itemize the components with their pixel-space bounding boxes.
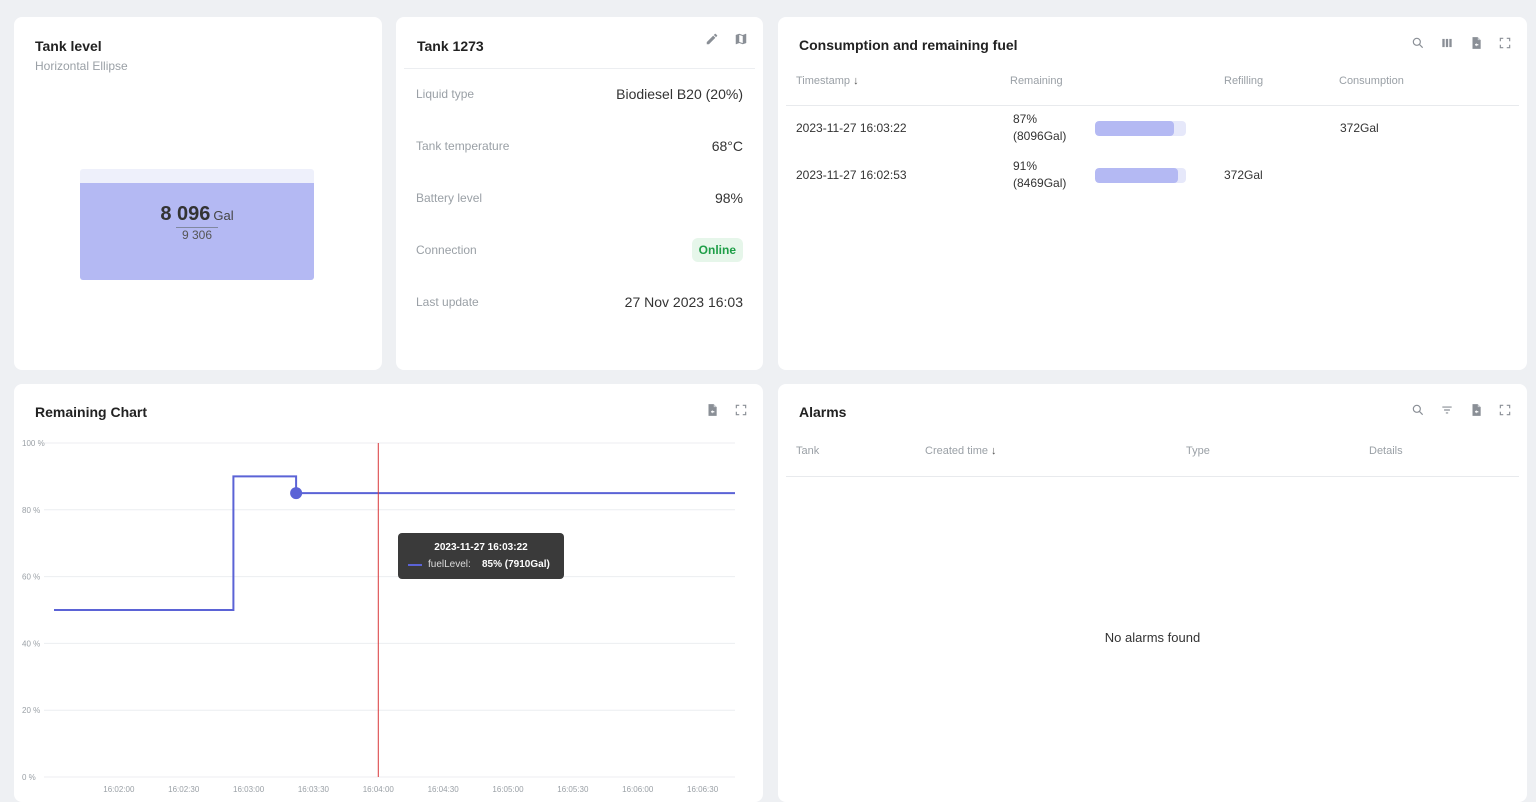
fullscreen-icon[interactable]	[1497, 35, 1513, 51]
divider	[786, 105, 1519, 106]
tank-visual: 8 096 Gal 9 306	[80, 169, 314, 280]
info-label: Last update	[416, 295, 479, 309]
column-header-remaining[interactable]: Remaining	[1010, 75, 1063, 87]
status-badge: Online	[691, 238, 743, 262]
info-row-battery: Battery level 98%	[416, 188, 743, 208]
x-tick-label: 16:03:30	[298, 785, 330, 794]
tank-readout: 8 096 Gal 9 306	[80, 203, 314, 244]
remaining-bar-fill	[1095, 168, 1178, 183]
info-label: Battery level	[416, 191, 483, 205]
y-tick-label: 40 %	[22, 639, 40, 648]
alarms-title: Alarms	[799, 404, 847, 420]
column-header-created-time[interactable]: Created time ↓	[925, 445, 997, 457]
tooltip-series: fuelLevel:	[428, 559, 471, 570]
column-header-details[interactable]: Details	[1369, 445, 1403, 457]
series-line	[54, 475, 735, 611]
y-tick-label: 80 %	[22, 506, 40, 515]
info-value: Biodiesel B20 (20%)	[616, 86, 743, 102]
tank-info-title: Tank 1273	[417, 38, 484, 54]
y-tick-label: 20 %	[22, 706, 40, 715]
x-tick-label: 16:04:30	[428, 785, 460, 794]
empty-message: No alarms found	[1104, 630, 1201, 645]
info-row-liquid: Liquid type Biodiesel B20 (20%)	[416, 84, 743, 104]
y-tick-label: 0 %	[22, 773, 36, 782]
info-label: Liquid type	[416, 87, 475, 101]
x-tick-label: 16:04:00	[363, 785, 395, 794]
tooltip-legend-line	[408, 564, 422, 566]
search-icon[interactable]	[1410, 402, 1426, 418]
divider	[404, 68, 755, 69]
column-header-type[interactable]: Type	[1186, 445, 1210, 457]
tank-level-subtitle: Horizontal Ellipse	[35, 59, 128, 73]
x-tick-label: 16:06:30	[687, 785, 719, 794]
columns-icon[interactable]	[1439, 35, 1455, 51]
map-icon[interactable]	[733, 31, 749, 47]
export-icon[interactable]	[1468, 35, 1484, 51]
tank-level-card: Tank level Horizontal Ellipse 8 096 Gal 9…	[14, 17, 382, 370]
info-label: Tank temperature	[416, 139, 510, 153]
column-header-timestamp[interactable]: Timestamp ↓	[796, 75, 859, 87]
info-row-last-update: Last update 27 Nov 2023 16:03	[416, 292, 743, 312]
sort-arrow-icon: ↓	[991, 445, 997, 457]
tank-capacity: 9 306	[175, 227, 219, 242]
cell-remaining: 87% (8096Gal)	[1013, 112, 1067, 143]
remaining-bar-fill	[1095, 121, 1175, 136]
sort-arrow-icon: ↓	[853, 75, 859, 87]
cell-timestamp: 2023-11-27 16:03:22	[796, 121, 907, 135]
divider	[786, 476, 1519, 477]
consumption-card: Consumption and remaining fuel Timestamp…	[778, 17, 1527, 370]
remaining-bar	[1095, 121, 1186, 136]
cell-refilling: 372Gal	[1224, 168, 1263, 182]
info-row-connection: Connection Online	[416, 238, 743, 262]
tank-unit: Gal	[213, 208, 234, 223]
x-tick-label: 16:03:00	[233, 785, 265, 794]
column-header-tank[interactable]: Tank	[796, 445, 819, 457]
y-tick-label: 60 %	[22, 573, 40, 582]
chart-plot[interactable]: 0 % 20 % 40 % 60 % 80 % 100 % 16:02:00 16:02:30…	[14, 384, 763, 802]
tank-level-title: Tank level	[35, 38, 102, 54]
export-icon[interactable]	[1468, 402, 1484, 418]
info-value: 98%	[714, 190, 743, 206]
x-tick-label: 16:06:00	[622, 785, 654, 794]
cell-consumption: 372Gal	[1340, 121, 1379, 135]
tooltip-value: 85% (7910Gal)	[482, 559, 550, 570]
x-tick-label: 16:05:00	[492, 785, 524, 794]
tooltip-title: 2023-11-27 16:03:22	[434, 542, 528, 553]
x-tick-label: 16:02:30	[168, 785, 200, 794]
highlight-point	[290, 487, 303, 500]
remaining-chart-card: Remaining Chart 0 % 20 % 40 % 60 % 80 % 100 %…	[14, 384, 763, 802]
column-header-refilling[interactable]: Refilling	[1224, 75, 1263, 87]
chart-tooltip: 2023-11-27 16:03:22 fuelLevel: 85% (7910…	[398, 533, 564, 579]
remaining-bar	[1095, 168, 1186, 183]
cell-timestamp: 2023-11-27 16:02:53	[796, 168, 907, 182]
column-header-consumption[interactable]: Consumption	[1339, 75, 1404, 87]
cell-remaining: 91% (8469Gal)	[1013, 159, 1067, 190]
x-tick-label: 16:02:00	[103, 785, 135, 794]
info-label: Connection	[416, 243, 477, 257]
fullscreen-icon[interactable]	[1497, 402, 1513, 418]
search-icon[interactable]	[1410, 35, 1426, 51]
info-value: 68°C	[711, 138, 743, 154]
x-tick-label: 16:05:30	[557, 785, 589, 794]
info-value: 27 Nov 2023 16:03	[624, 294, 743, 310]
y-tick-label: 100 %	[22, 439, 45, 448]
info-row-temperature: Tank temperature 68°C	[416, 136, 743, 156]
alarms-card: Alarms Tank Created time ↓ Type Details …	[778, 384, 1527, 802]
tank-value: 8 096	[160, 203, 211, 225]
tank-info-card: Tank 1273 Liquid type Biodiesel B20 (20%…	[396, 17, 763, 370]
consumption-title: Consumption and remaining fuel	[799, 37, 1018, 53]
pencil-icon[interactable]	[704, 31, 720, 47]
filter-icon[interactable]	[1439, 402, 1455, 418]
